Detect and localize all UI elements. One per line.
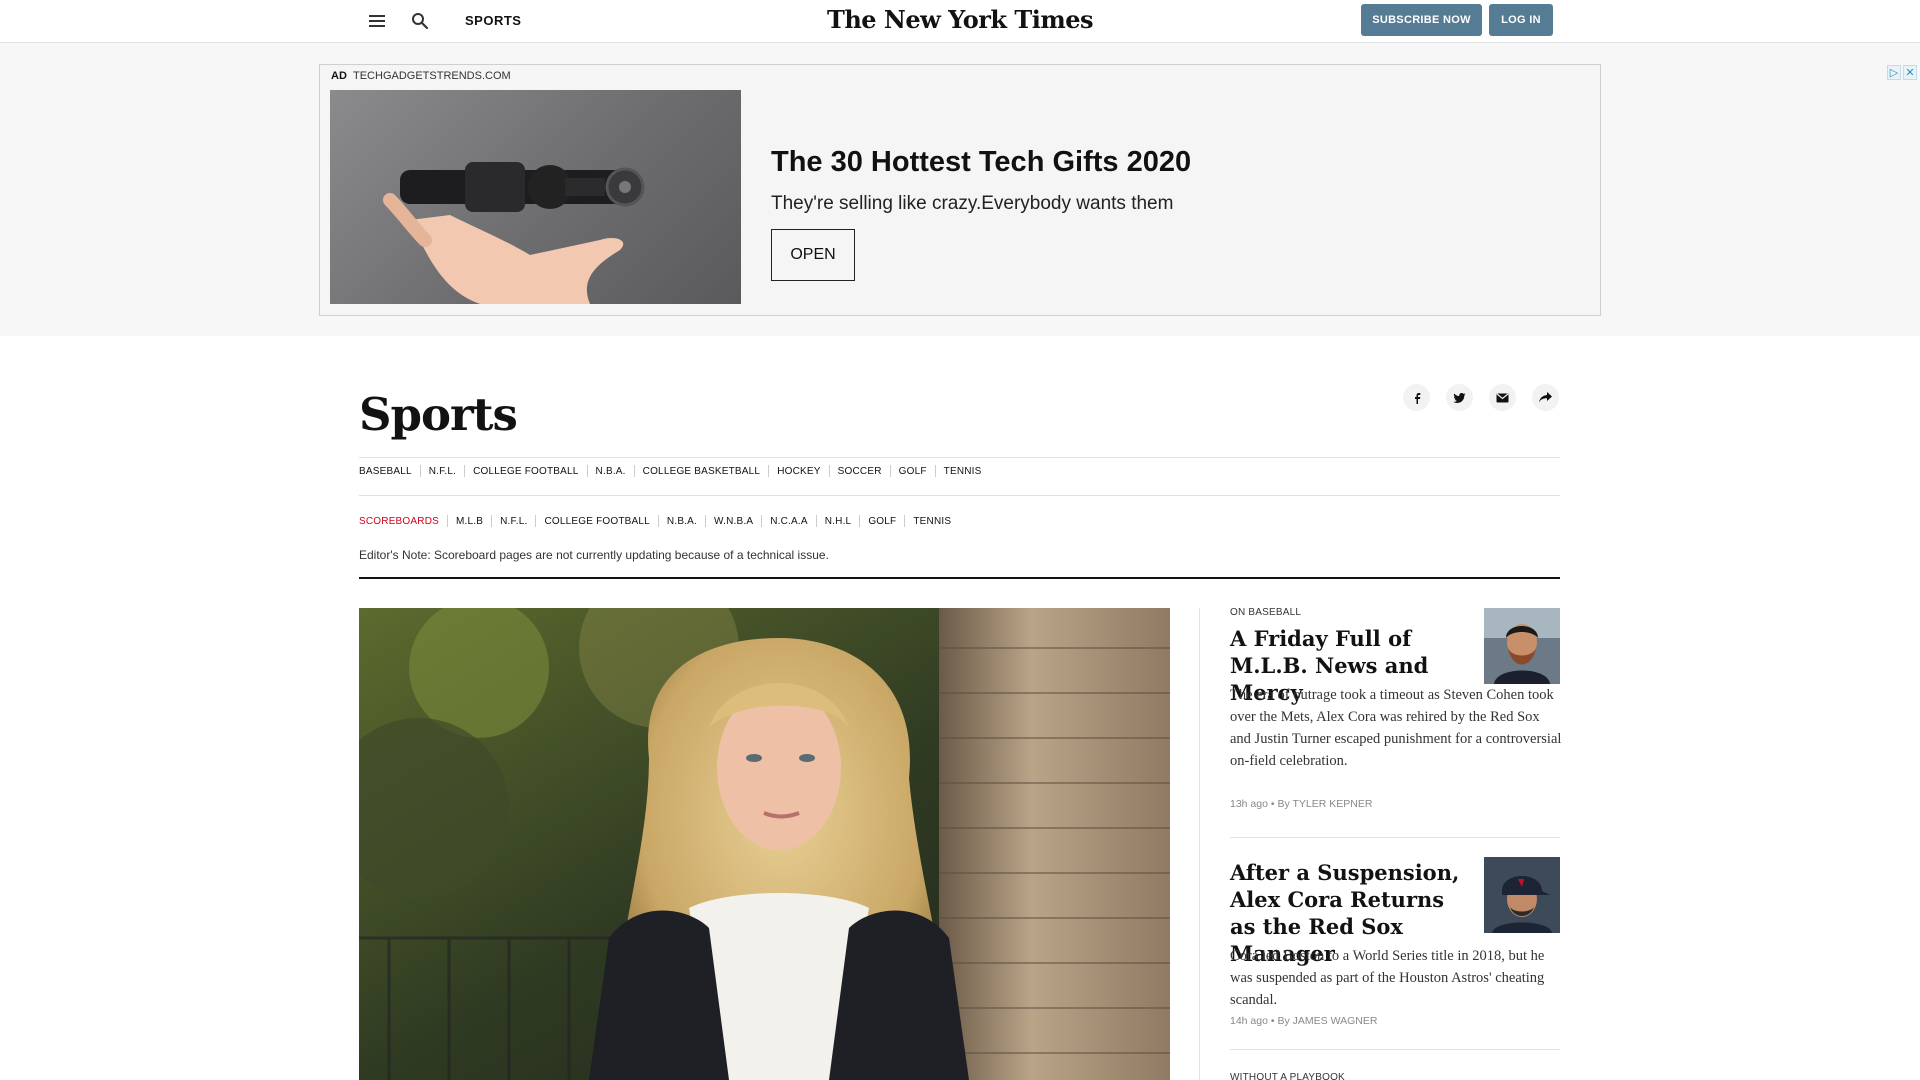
nav-link[interactable]: W.N.B.A	[714, 516, 753, 527]
nav-separator	[464, 465, 466, 477]
nav-separator	[633, 465, 635, 477]
nav-link[interactable]: COLLEGE FOOTBALL	[473, 466, 578, 477]
nav-link[interactable]: BASEBALL	[359, 466, 412, 477]
divider	[359, 495, 1560, 496]
nav-separator	[761, 515, 763, 527]
nav-link[interactable]: N.F.L.	[500, 516, 527, 527]
story-thumbnail[interactable]	[1484, 608, 1560, 684]
divider	[359, 457, 1560, 458]
nav-separator	[889, 465, 891, 477]
story-thumbnail[interactable]	[1484, 857, 1560, 933]
story-summary: The era of outrage took a timeout as Ste…	[1230, 687, 1562, 769]
close-icon[interactable]: ✕	[1903, 65, 1917, 80]
nav-separator	[859, 515, 861, 527]
twitter-icon[interactable]	[1446, 384, 1473, 411]
nav-separator	[419, 465, 421, 477]
share-icon[interactable]	[1532, 384, 1559, 411]
nav-link[interactable]: N.B.A.	[596, 466, 626, 477]
page-title: Sports	[359, 388, 518, 441]
nav-separator	[815, 515, 817, 527]
nav-separator	[828, 465, 830, 477]
ad-label: AD	[331, 70, 347, 82]
nav-separator	[657, 515, 659, 527]
nav-separator	[491, 515, 493, 527]
nav-link[interactable]: N.F.L.	[429, 466, 456, 477]
nav-link[interactable]: TENNIS	[913, 516, 951, 527]
story-timestamp: 13h ago	[1230, 798, 1268, 810]
ad-product-image[interactable]	[330, 90, 741, 304]
primary-section-nav: BASEBALL N.F.L. COLLEGE FOOTBALL N.B.A. COLL…	[359, 465, 982, 477]
story-kicker[interactable]: ON BASEBALL	[1230, 607, 1301, 618]
story-thumbnail[interactable]	[1484, 1074, 1560, 1080]
nav-separator	[586, 465, 588, 477]
section-label[interactable]: SPORTS	[465, 13, 521, 28]
nav-link[interactable]: HOCKEY	[777, 466, 820, 477]
nav-separator	[705, 515, 707, 527]
divider	[1230, 837, 1560, 838]
story-meta: 14h ago • By JAMES WAGNER	[1230, 1015, 1377, 1027]
story-byline[interactable]: By JAMES WAGNER	[1277, 1015, 1377, 1027]
ad-title[interactable]: The 30 Hottest Tech Gifts 2020	[771, 146, 1191, 179]
lead-story-image[interactable]	[359, 608, 1170, 1080]
facebook-icon[interactable]	[1403, 384, 1430, 411]
nav-link[interactable]: N.B.A.	[667, 516, 697, 527]
ad-choices-icon[interactable]: ▷	[1887, 65, 1901, 80]
story-timestamp: 14h ago	[1230, 1015, 1268, 1027]
ad-choices-close[interactable]: ▷ ✕	[1887, 65, 1918, 80]
nav-link[interactable]: GOLF	[868, 516, 896, 527]
story-byline[interactable]: By TYLER KEPNER	[1277, 798, 1372, 810]
nav-separator	[934, 465, 936, 477]
search-icon[interactable]	[410, 11, 430, 31]
story-meta: 13h ago • By TYLER KEPNER	[1230, 798, 1372, 810]
ad-subtitle: They're selling like crazy.Everybody wan…	[771, 193, 1174, 214]
nav-separator	[535, 515, 537, 527]
divider	[1230, 1049, 1560, 1050]
nav-link[interactable]: GOLF	[899, 466, 927, 477]
login-button[interactable]: LOG IN	[1489, 4, 1553, 36]
section-divider	[359, 577, 1560, 579]
email-icon[interactable]	[1489, 384, 1516, 411]
top-bar: SPORTS The New York Times SUBSCRIBE NOW …	[0, 0, 1920, 43]
nav-separator	[768, 465, 770, 477]
nav-link[interactable]: N.C.A.A	[770, 516, 808, 527]
nav-separator	[904, 515, 906, 527]
menu-icon[interactable]	[368, 13, 386, 29]
nav-separator	[447, 515, 448, 527]
nav-link[interactable]: SCOREBOARDS	[359, 516, 439, 527]
nav-link[interactable]: TENNIS	[944, 466, 982, 477]
column-divider	[1199, 608, 1200, 1080]
nyt-logo[interactable]: The New York Times	[800, 5, 1120, 34]
subscribe-button[interactable]: SUBSCRIBE NOW	[1361, 4, 1482, 36]
nav-link[interactable]: COLLEGE FOOTBALL	[544, 516, 649, 527]
nav-link[interactable]: COLLEGE BASKETBALL	[643, 466, 761, 477]
story-kicker[interactable]: WITHOUT A PLAYBOOK	[1230, 1072, 1345, 1080]
nav-link[interactable]: M.L.B	[456, 516, 483, 527]
scoreboard-nav: SCOREBOARDS M.L.B N.F.L. COLLEGE FOOTBALL N.…	[359, 515, 951, 527]
ad-domain[interactable]: TECHGADGETSTRENDS.COM	[353, 70, 511, 82]
nav-link[interactable]: N.H.L	[825, 516, 852, 527]
nav-link[interactable]: SOCCER	[838, 466, 882, 477]
ad-open-button[interactable]: OPEN	[771, 229, 855, 281]
story-summary: Cora led Boston to a World Series title …	[1230, 948, 1545, 1008]
editor-note: Editor's Note: Scoreboard pages are not …	[359, 548, 829, 562]
